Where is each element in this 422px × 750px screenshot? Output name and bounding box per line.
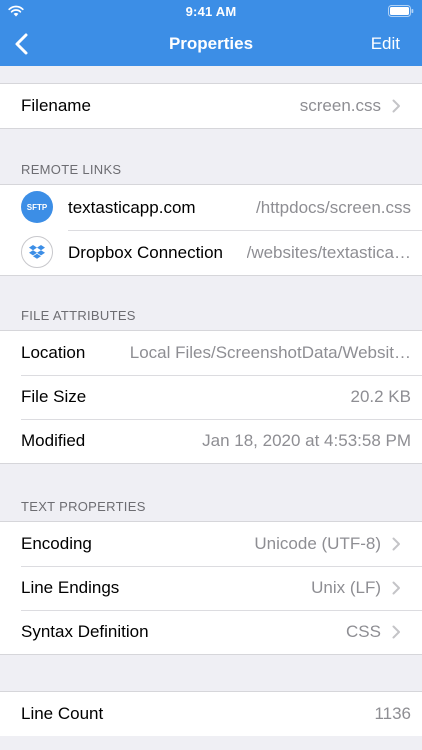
line-count-row: Line Count 1136	[0, 692, 422, 736]
counts-group: Line Count 1136	[0, 691, 422, 736]
encoding-label: Encoding	[21, 534, 92, 553]
remote-link-sftp[interactable]: SFTP textasticapp.com /httpdocs/screen.c…	[0, 185, 422, 230]
remote-link-name: textasticapp.com	[68, 198, 196, 217]
line-count-label: Line Count	[21, 704, 104, 723]
modified-row: Modified Jan 18, 2020 at 4:53:58 PM	[0, 419, 422, 463]
line-endings-row[interactable]: Line Endings Unix (LF)	[0, 566, 422, 610]
dropbox-icon	[21, 236, 53, 268]
file-size-label: File Size	[21, 387, 87, 406]
modified-value: Jan 18, 2020 at 4:53:58 PM	[202, 431, 411, 450]
syntax-definition-row[interactable]: Syntax Definition CSS	[0, 610, 422, 654]
chevron-right-icon	[392, 581, 400, 595]
modified-label: Modified	[21, 431, 86, 450]
nav-bar: Properties Edit	[0, 22, 422, 66]
syntax-definition-label: Syntax Definition	[21, 622, 149, 641]
remote-link-path: /websites/textastica…	[246, 243, 411, 262]
file-attributes-header: FILE ATTRIBUTES	[21, 308, 136, 323]
file-size-row: File Size 20.2 KB	[0, 375, 422, 419]
chevron-right-icon	[392, 99, 400, 113]
status-bar: 9:41 AM	[0, 0, 422, 22]
text-properties-group: Encoding Unicode (UTF-8) Line Endings Un…	[0, 521, 422, 655]
remote-link-dropbox[interactable]: Dropbox Connection /websites/textastica…	[0, 230, 422, 275]
line-endings-value: Unix (LF)	[311, 578, 381, 597]
remote-link-name: Dropbox Connection	[68, 243, 223, 262]
page-title: Properties	[168, 34, 254, 53]
file-attributes-group: Location Local Files/ScreenshotData/Webs…	[0, 330, 422, 464]
location-label: Location	[21, 343, 86, 362]
remote-link-path: /httpdocs/screen.css	[256, 198, 411, 217]
line-endings-label: Line Endings	[21, 578, 120, 597]
text-properties-header: TEXT PROPERTIES	[21, 499, 146, 514]
chevron-right-icon	[392, 537, 400, 551]
filename-row[interactable]: Filename screen.css	[0, 84, 422, 128]
file-size-value: 20.2 KB	[350, 387, 412, 406]
remote-links-header: REMOTE LINKS	[21, 162, 122, 177]
syntax-definition-value: CSS	[346, 622, 381, 641]
sftp-icon: SFTP	[21, 191, 53, 223]
location-value: Local Files/ScreenshotData/Websit…	[129, 343, 411, 362]
filename-group: Filename screen.css	[0, 83, 422, 129]
location-row: Location Local Files/ScreenshotData/Webs…	[0, 331, 422, 375]
remote-links-group: SFTP textasticapp.com /httpdocs/screen.c…	[0, 184, 422, 276]
encoding-row[interactable]: Encoding Unicode (UTF-8)	[0, 522, 422, 566]
filename-value: screen.css	[299, 96, 381, 115]
line-count-value: 1136	[374, 704, 411, 723]
battery-icon	[388, 5, 414, 17]
chevron-right-icon	[392, 625, 400, 639]
filename-label: Filename	[21, 96, 91, 115]
encoding-value: Unicode (UTF-8)	[254, 534, 381, 553]
header: 9:41 AM Properties Edit	[0, 0, 422, 66]
edit-button[interactable]: Edit	[371, 34, 400, 54]
status-time: 9:41 AM	[185, 4, 237, 19]
